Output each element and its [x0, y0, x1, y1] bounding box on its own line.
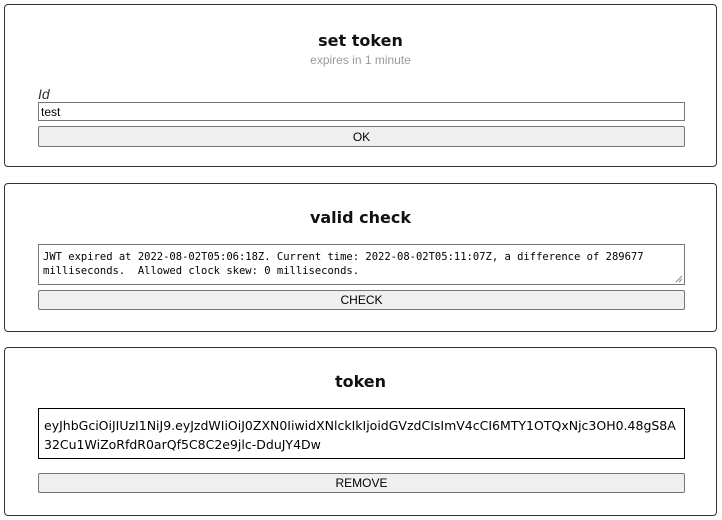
check-button[interactable]: CHECK	[38, 290, 685, 310]
token-title: token	[334, 372, 387, 391]
set-token-title: set token	[318, 31, 403, 50]
check-result-textarea[interactable]: JWT expired at 2022-08-02T05:06:18Z. Cur…	[38, 244, 685, 285]
set-token-card: set token expires in 1 minute Id OK	[4, 4, 717, 167]
resize-grip-icon[interactable]	[675, 275, 683, 283]
valid-check-card: valid check JWT expired at 2022-08-02T05…	[4, 183, 717, 332]
remove-button[interactable]: REMOVE	[38, 473, 685, 493]
set-token-subtitle: expires in 1 minute	[310, 53, 411, 67]
valid-check-title: valid check	[309, 208, 412, 227]
id-input[interactable]	[38, 102, 685, 121]
id-label: Id	[38, 86, 50, 102]
token-card: token eyJhbGciOiJIUzI1NiJ9.eyJzdWIiOiJ0Z…	[4, 347, 717, 516]
ok-button[interactable]: OK	[38, 126, 685, 147]
token-value-box: eyJhbGciOiJIUzI1NiJ9.eyJzdWIiOiJ0ZXN0Iiw…	[38, 408, 685, 459]
